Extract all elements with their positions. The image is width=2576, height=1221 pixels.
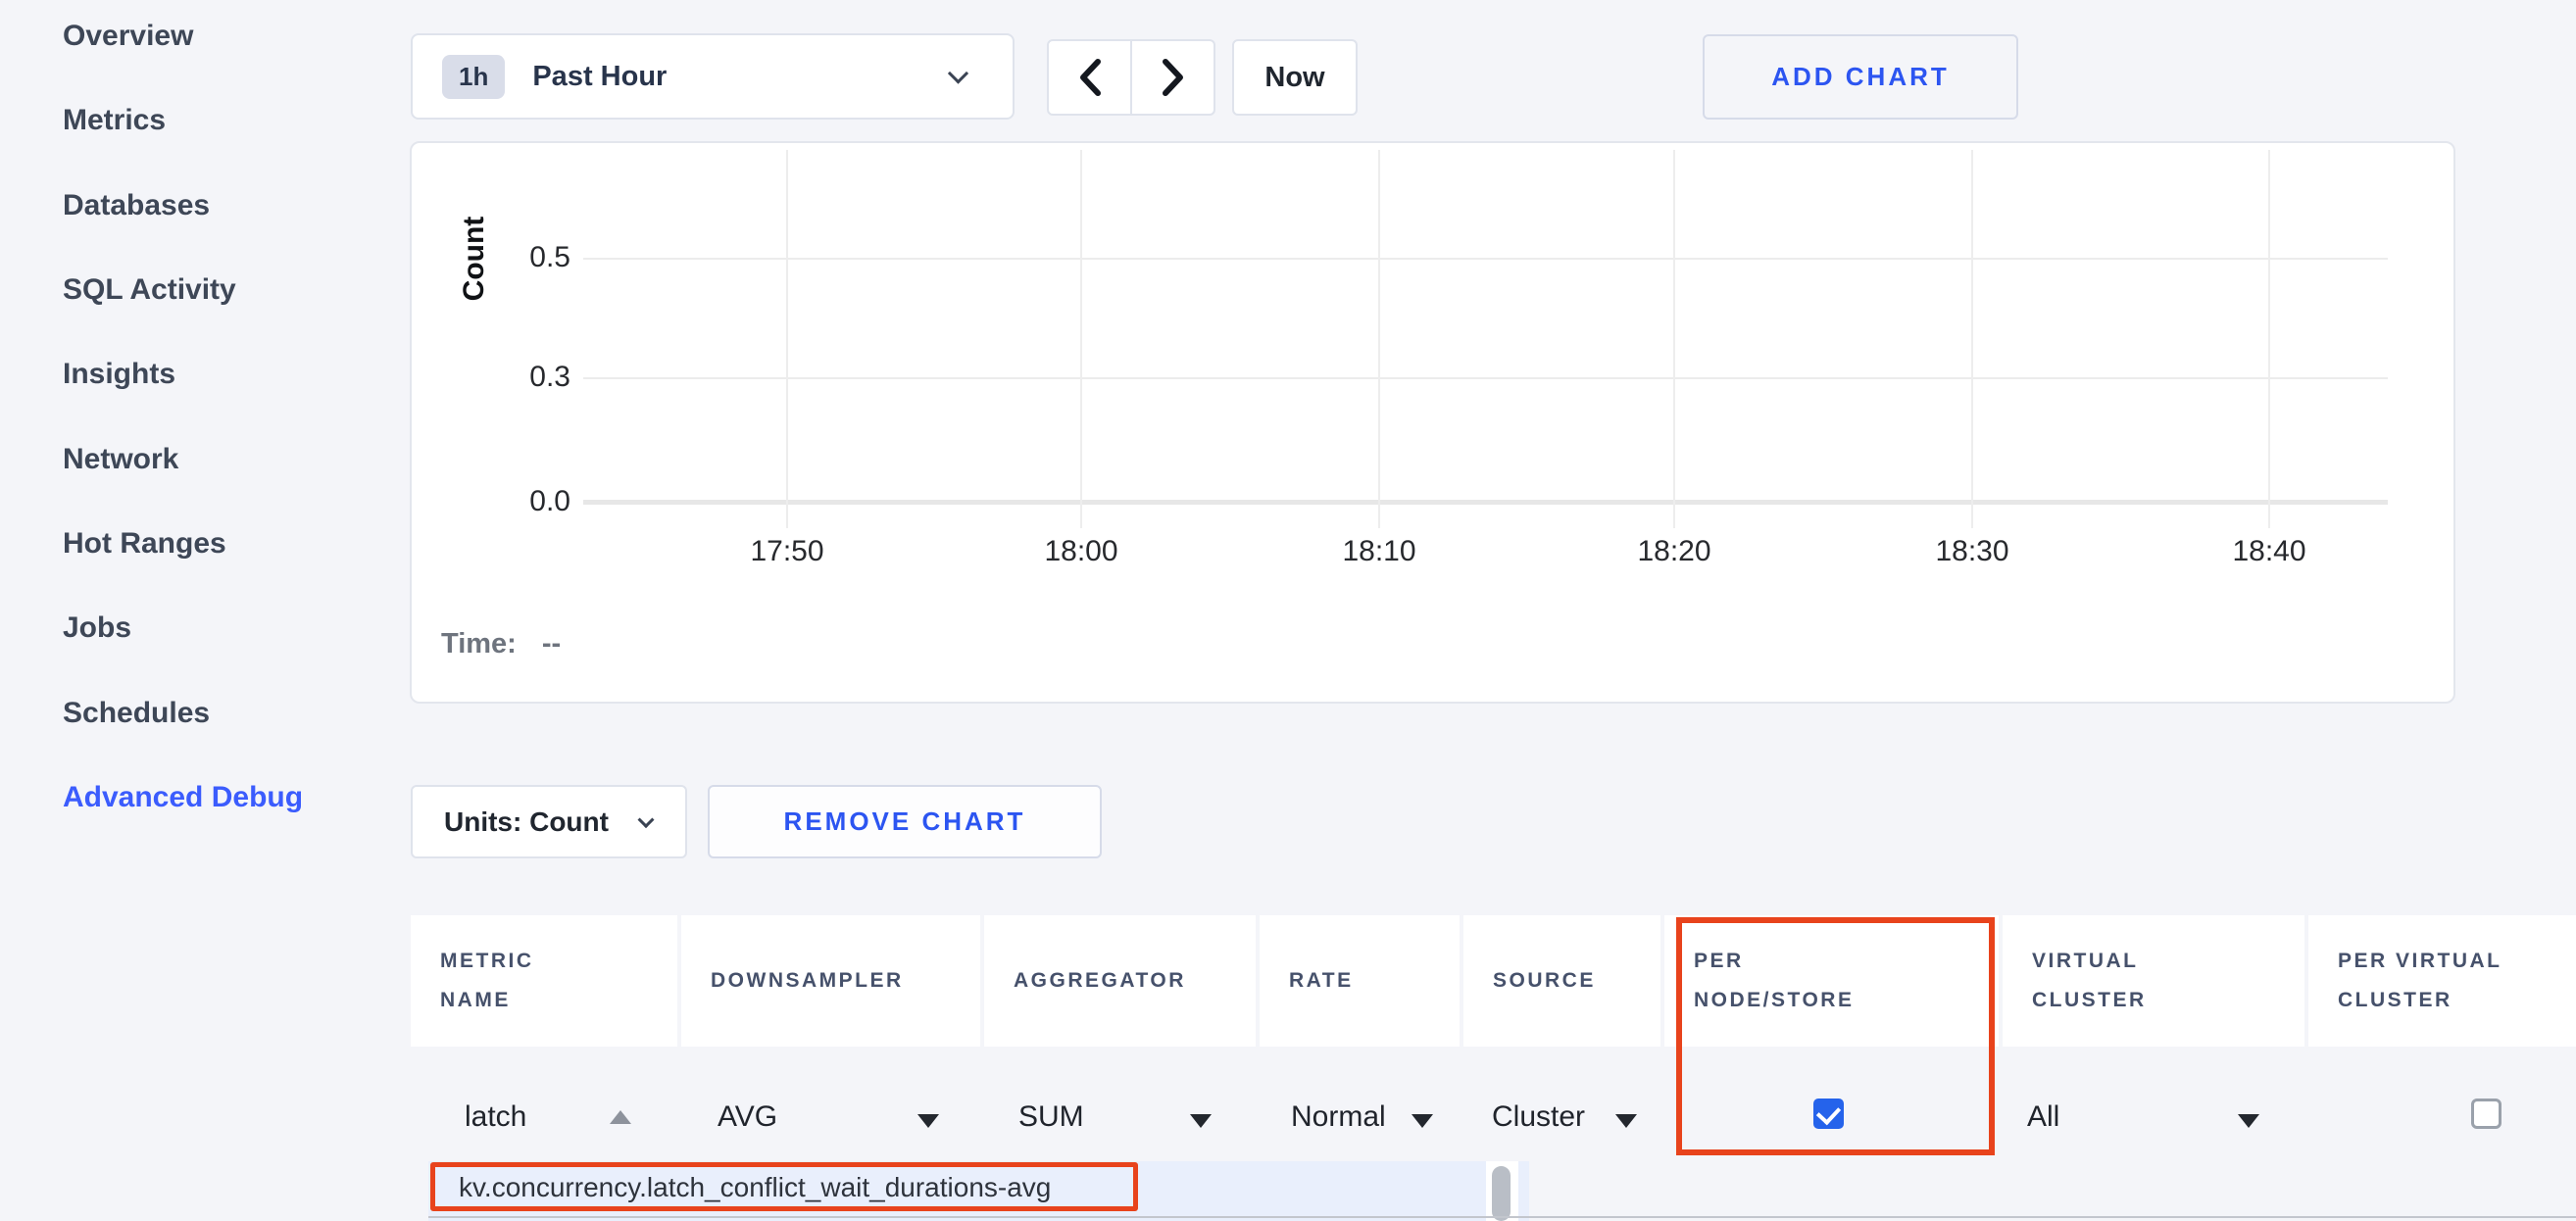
per-node-store-checkbox[interactable]	[1813, 1099, 1844, 1129]
metric-name-input[interactable]: latch	[465, 1100, 526, 1134]
x-tick-label: 18:20	[1606, 535, 1743, 568]
triangle-down-icon[interactable]	[1412, 1114, 1433, 1128]
time-range-arrows	[1047, 39, 1215, 116]
downsampler-select[interactable]: AVG	[718, 1100, 777, 1134]
y-tick-label: 0.0	[482, 485, 570, 518]
column-header-label: DOWNSAMPLER	[711, 961, 904, 1001]
metric-suggestion-text[interactable]: kv.concurrency.latch_conflict_wait_durat…	[459, 1172, 1051, 1203]
triangle-down-icon[interactable]	[2238, 1114, 2259, 1128]
time-range-badge: 1h	[442, 55, 505, 99]
column-header-label: RATE	[1289, 961, 1354, 1001]
remove-chart-button[interactable]: REMOVE CHART	[708, 785, 1102, 858]
aggregator-select[interactable]: SUM	[1018, 1100, 1084, 1134]
gridline-horizontal	[583, 377, 2388, 379]
column-header-rate: RATE	[1260, 915, 1460, 1047]
dropdown-scrollbar-thumb[interactable]	[1492, 1166, 1511, 1221]
hover-time-value: --	[542, 628, 561, 659]
column-header-label: METRIC NAME	[440, 942, 587, 1020]
sidebar-item-metrics[interactable]: Metrics	[63, 100, 166, 141]
column-header-downsampler: DOWNSAMPLER	[681, 915, 980, 1047]
time-range-label: Past Hour	[532, 61, 667, 93]
sidebar-item-hot-ranges[interactable]: Hot Ranges	[63, 523, 226, 564]
gridline-vertical	[1080, 150, 1082, 528]
gridline-vertical	[1971, 150, 1973, 528]
per-virtual-cluster-checkbox[interactable]	[2471, 1099, 2502, 1129]
sidebar-item-network[interactable]: Network	[63, 439, 178, 480]
triangle-down-icon[interactable]	[1615, 1114, 1637, 1128]
row-divider	[428, 1216, 2576, 1218]
y-tick-label: 0.5	[482, 241, 570, 274]
time-range-picker[interactable]: 1h Past Hour	[411, 33, 1015, 120]
sidebar-item-schedules[interactable]: Schedules	[63, 693, 210, 734]
gridline-vertical	[2268, 150, 2270, 528]
units-dropdown[interactable]: Units: Count	[411, 785, 687, 858]
column-header-label: AGGREGATOR	[1014, 961, 1186, 1001]
x-tick-label: 18:10	[1311, 535, 1448, 568]
x-tick-label: 18:30	[1904, 535, 2041, 568]
chevron-right-icon	[1161, 58, 1186, 97]
triangle-up-icon[interactable]	[610, 1110, 631, 1124]
next-range-button[interactable]	[1131, 39, 1215, 116]
column-header-label: PER VIRTUAL CLUSTER	[2338, 942, 2544, 1020]
chevron-down-icon	[638, 811, 655, 828]
x-tick-label: 18:00	[1013, 535, 1150, 568]
chevron-down-icon	[948, 63, 968, 83]
sidebar-item-overview[interactable]: Overview	[63, 16, 193, 57]
column-header-per-virtual-cluster: PER VIRTUAL CLUSTER	[2308, 915, 2576, 1047]
sidebar-item-advanced-debug[interactable]: Advanced Debug	[63, 777, 303, 818]
x-tick-label: 17:50	[718, 535, 856, 568]
column-header-label: VIRTUAL CLUSTER	[2032, 942, 2179, 1020]
gridline-horizontal	[583, 258, 2388, 260]
hover-time-label: Time:	[441, 628, 517, 659]
custom-chart-page: Overview Metrics Databases SQL Activity …	[0, 0, 2576, 1221]
virtual-cluster-select[interactable]: All	[2027, 1100, 2059, 1134]
sidebar-item-databases[interactable]: Databases	[63, 185, 210, 226]
gridline-vertical	[1673, 150, 1675, 528]
add-chart-button[interactable]: ADD CHART	[1703, 34, 2018, 120]
now-button[interactable]: Now	[1232, 39, 1358, 116]
column-header-source: SOURCE	[1463, 915, 1660, 1047]
column-header-virtual-cluster: VIRTUAL CLUSTER	[2003, 915, 2304, 1047]
triangle-down-icon[interactable]	[917, 1114, 939, 1128]
column-header-label: SOURCE	[1493, 961, 1596, 1001]
y-tick-label: 0.3	[482, 361, 570, 394]
column-header-per-node-store: PER NODE/STORE	[1664, 915, 1999, 1047]
sidebar-item-jobs[interactable]: Jobs	[63, 608, 131, 649]
triangle-down-icon[interactable]	[1190, 1114, 1212, 1128]
axis-baseline	[583, 500, 2388, 505]
sidebar-item-insights[interactable]: Insights	[63, 354, 175, 395]
hover-readout: Time: --	[441, 628, 561, 660]
sidebar-item-sql-activity[interactable]: SQL Activity	[63, 269, 236, 311]
column-header-label: PER NODE/STORE	[1694, 942, 1880, 1020]
gridline-vertical	[786, 150, 788, 528]
rate-select[interactable]: Normal	[1291, 1100, 1386, 1134]
column-header-metric-name: METRIC NAME	[411, 915, 677, 1047]
x-tick-label: 18:40	[2201, 535, 2338, 568]
previous-range-button[interactable]	[1047, 39, 1131, 116]
chart-card: Count 0.5 0.3 0.0 17:50 18:00 18:10 18:2…	[410, 141, 2455, 704]
units-dropdown-label: Units: Count	[444, 806, 609, 838]
gridline-vertical	[1378, 150, 1380, 528]
source-select[interactable]: Cluster	[1492, 1100, 1585, 1134]
column-header-aggregator: AGGREGATOR	[984, 915, 1256, 1047]
chevron-left-icon	[1077, 58, 1103, 97]
